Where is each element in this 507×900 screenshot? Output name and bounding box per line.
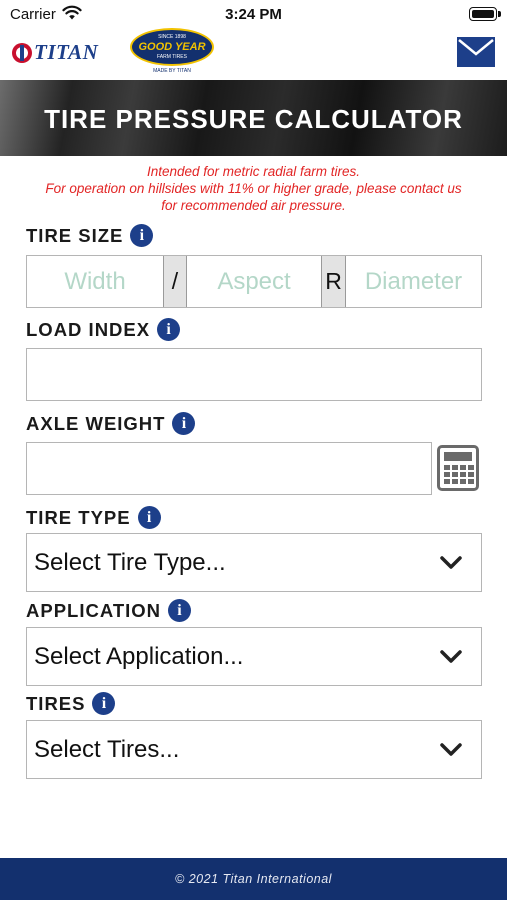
titan-brand-text: TITAN — [34, 40, 99, 64]
page-title: TIRE PRESSURE CALCULATOR — [44, 104, 463, 134]
titan-mark-icon — [12, 42, 32, 63]
axle-weight-info-icon[interactable]: i — [172, 412, 196, 435]
axle-weight-label: AXLE WEIGHT i — [26, 412, 196, 435]
tires-info-icon[interactable]: i — [92, 692, 116, 715]
tire-diameter-input[interactable]: Diameter — [346, 256, 481, 307]
load-index-label: LOAD INDEX i — [26, 318, 181, 341]
envelope-icon — [457, 37, 495, 67]
application-select[interactable]: Select Application... — [26, 627, 482, 686]
load-index-input[interactable] — [26, 348, 482, 401]
tires-select[interactable]: Select Tires... — [26, 720, 482, 779]
tires-label-text: TIRES — [26, 692, 86, 714]
calculator-screen — [444, 452, 472, 461]
status-bar: Carrier 3:24 PM — [0, 0, 507, 28]
load-index-label-text: LOAD INDEX — [26, 318, 151, 340]
battery-icon — [469, 7, 501, 21]
goodyear-badge: SINCE 1898 GOOD YEAR FARM TIRES — [130, 28, 214, 66]
load-index-info-icon[interactable]: i — [157, 318, 181, 341]
tire-width-input[interactable]: Width — [27, 256, 163, 307]
axle-weight-label-text: AXLE WEIGHT — [26, 412, 166, 434]
tires-label: TIRES i — [26, 692, 116, 715]
calculator-keys — [444, 465, 474, 484]
tire-aspect-input[interactable]: Aspect — [187, 256, 321, 307]
tire-type-select[interactable]: Select Tire Type... — [26, 533, 482, 592]
goodyear-sub: FARM TIRES — [157, 54, 187, 60]
application-label-text: APPLICATION — [26, 599, 162, 621]
application-label: APPLICATION i — [26, 599, 192, 622]
notice-line-1: Intended for metric radial farm tires. — [146, 164, 361, 179]
tire-size-slash: / — [163, 256, 187, 307]
tire-size-radial-marker: R — [321, 256, 346, 307]
tire-size-group: Width / Aspect R Diameter — [26, 255, 482, 308]
notice-line-3: for recommended air pressure. — [161, 198, 346, 213]
tire-type-label: TIRE TYPE i — [26, 506, 161, 529]
chevron-down-icon — [440, 743, 462, 756]
tire-size-label: TIRE SIZE i — [26, 224, 154, 247]
goodyear-name: GOOD YEAR — [138, 41, 206, 53]
usage-notice: Intended for metric radial farm tires. F… — [10, 163, 497, 214]
goodyear-made-by: MADE BY TITAN — [153, 68, 191, 74]
goodyear-since: SINCE 1898 — [158, 34, 186, 40]
contact-mail-button[interactable] — [457, 37, 495, 67]
copyright-text: © 2021 Titan International — [175, 872, 332, 886]
calculator-icon[interactable] — [437, 445, 479, 491]
title-banner: TIRE PRESSURE CALCULATOR — [0, 80, 507, 156]
notice-line-2: For operation on hillsides with 11% or h… — [45, 181, 462, 196]
tire-size-label-text: TIRE SIZE — [26, 224, 124, 246]
application-info-icon[interactable]: i — [168, 599, 192, 622]
chevron-down-icon — [440, 556, 462, 569]
app-header: TITAN SINCE 1898 GOOD YEAR FARM TIRES MA… — [0, 28, 507, 80]
goodyear-logo: SINCE 1898 GOOD YEAR FARM TIRES MADE BY … — [130, 28, 214, 78]
tires-selected: Select Tires... — [34, 735, 180, 763]
titan-logo: TITAN — [12, 40, 98, 65]
footer: © 2021 Titan International — [0, 858, 507, 900]
tire-type-selected: Select Tire Type... — [34, 548, 226, 576]
tire-type-label-text: TIRE TYPE — [26, 506, 131, 528]
chevron-down-icon — [440, 650, 462, 663]
application-selected: Select Application... — [34, 642, 244, 670]
tire-size-info-icon[interactable]: i — [130, 224, 154, 247]
axle-weight-input[interactable] — [26, 442, 432, 495]
tire-type-info-icon[interactable]: i — [137, 506, 161, 529]
status-time: 3:24 PM — [225, 6, 282, 23]
